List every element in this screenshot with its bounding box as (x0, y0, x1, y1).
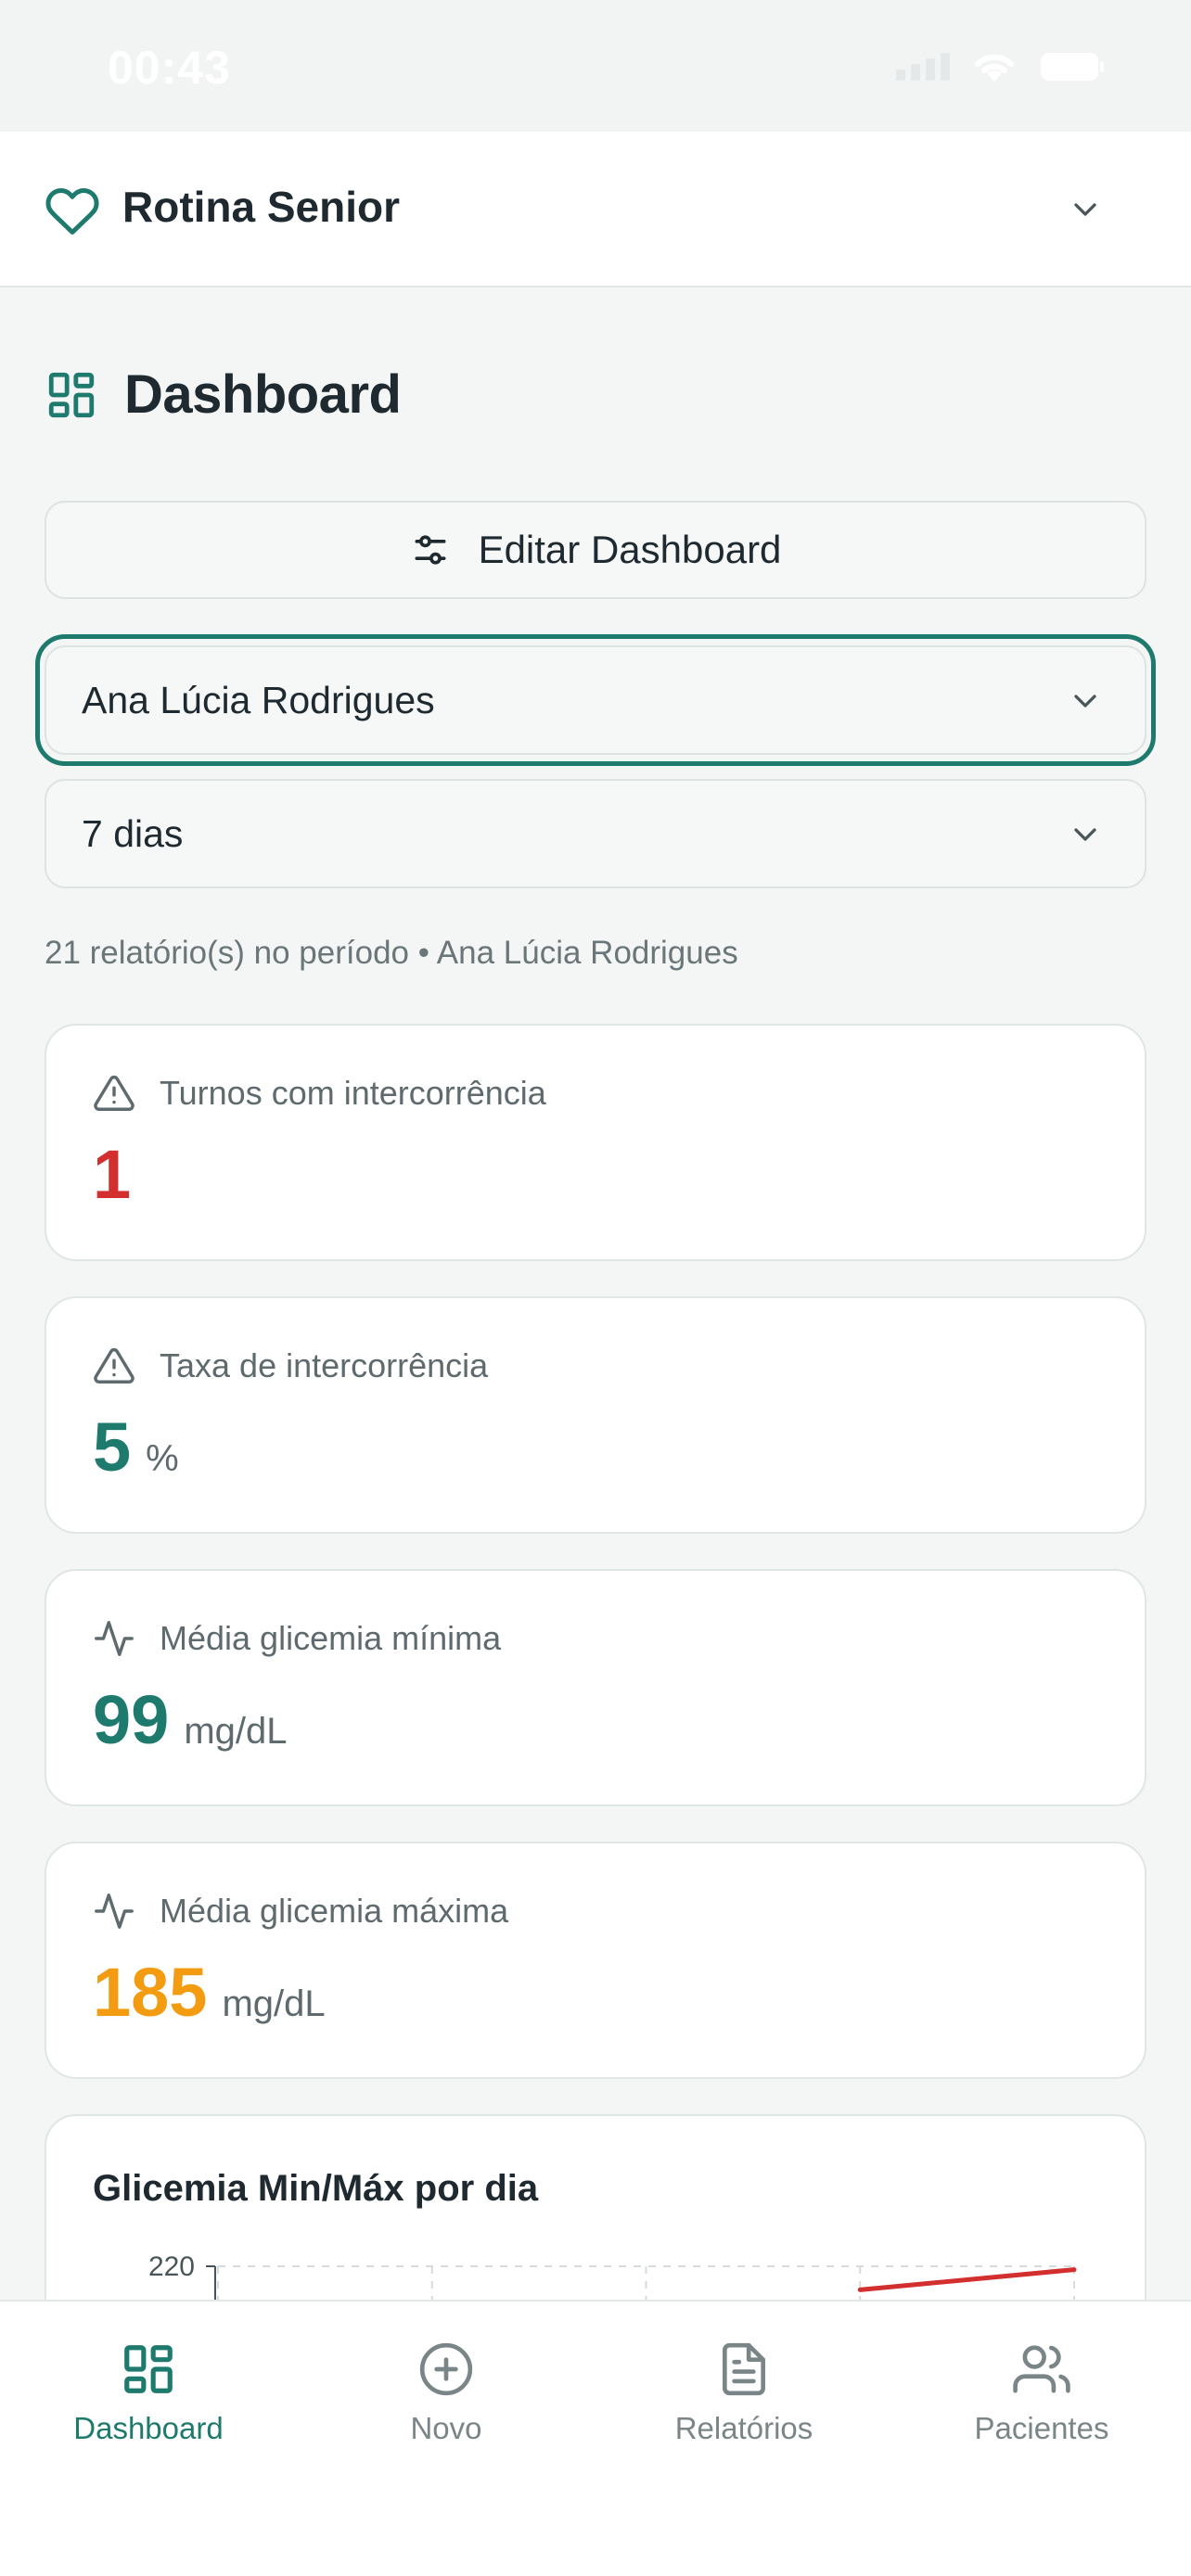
edit-dashboard-label: Editar Dashboard (478, 528, 782, 571)
chevron-down-icon (1074, 828, 1096, 841)
nav-item-dashboard[interactable]: Dashboard (9, 2340, 288, 2446)
nav-item-patients[interactable]: Pacientes (903, 2340, 1181, 2446)
metric-value-row: 5 % (93, 1408, 179, 1486)
metric-value-row: 99 mg/dL (93, 1680, 287, 1759)
nav-label: Relatórios (674, 2411, 813, 2445)
metric-card-glucose-max: Média glicemia máxima 185 mg/dL (45, 1842, 1146, 2079)
metric-card-incident-rate: Taxa de intercorrência 5 % (45, 1296, 1146, 1534)
file-text-icon (723, 2342, 765, 2396)
bottom-nav: Dashboard Novo Relatórios Pacientes (0, 2300, 1191, 2576)
page-title: Dashboard (124, 364, 402, 425)
users-icon (1013, 2345, 1070, 2393)
period-select-value: 7 dias (82, 811, 184, 855)
app-screen: 00:43 Rotina Senior Dashboard Editar Das… (0, 0, 1191, 2576)
dashboard-icon (48, 372, 95, 417)
sliders-icon (415, 535, 446, 565)
app-title: Rotina Senior (122, 183, 401, 231)
series-line (857, 2267, 1077, 2292)
chevron-down-icon (1074, 695, 1096, 708)
metric-card-incident-shifts: Turnos com intercorrência 1 (45, 1024, 1146, 1261)
alert-triangle-icon (94, 1076, 134, 1111)
app-header: Rotina Senior (0, 132, 1191, 287)
chevron-down-icon[interactable] (1067, 191, 1104, 228)
battery-icon (1041, 53, 1104, 81)
metric-unit: mg/dL (184, 1711, 288, 1752)
metric-value: 5 (93, 1409, 132, 1486)
status-icons (896, 48, 1106, 85)
metric-value: 99 (93, 1681, 170, 1758)
patient-select-value: Ana Lúcia Rodrigues (82, 678, 435, 721)
signal-icon (896, 53, 950, 81)
y-tick-label: 220 (148, 2251, 195, 2282)
nav-item-new[interactable]: Novo (307, 2340, 585, 2446)
period-select[interactable]: 7 dias (45, 779, 1146, 888)
plus-circle-icon (419, 2342, 473, 2396)
metric-value: 185 (93, 1954, 208, 2031)
status-time: 00:43 (108, 42, 231, 94)
activity-icon (95, 1894, 134, 1929)
metric-label: Média glicemia mínima (160, 1619, 502, 1657)
activity-icon (95, 1621, 134, 1656)
metric-value: 1 (93, 1136, 132, 1213)
page-title-row: Dashboard (45, 363, 402, 426)
metric-value-row: 185 mg/dL (93, 1953, 326, 2032)
metric-label: Turnos com intercorrência (160, 1074, 546, 1112)
status-bar: 00:43 (0, 0, 1191, 132)
dashboard-icon (124, 2345, 173, 2393)
metric-label: Média glicemia máxima (160, 1892, 509, 1930)
heart-icon (45, 187, 99, 235)
metric-unit: % (146, 1438, 179, 1479)
wifi-icon (975, 54, 1014, 82)
nav-label: Novo (410, 2411, 482, 2445)
metric-unit: mg/dL (222, 1983, 326, 2024)
edit-dashboard-button[interactable]: Editar Dashboard (45, 501, 1146, 599)
nav-item-reports[interactable]: Relatórios (605, 2340, 883, 2446)
metric-value-row: 1 (93, 1135, 131, 1214)
nav-label: Pacientes (974, 2411, 1109, 2445)
metric-card-glucose-min: Média glicemia mínima 99 mg/dL (45, 1569, 1146, 1806)
patient-select[interactable]: Ana Lúcia Rodrigues (45, 645, 1146, 755)
metric-label: Taxa de intercorrência (160, 1346, 489, 1384)
alert-triangle-icon (94, 1348, 134, 1384)
report-summary: 21 relatório(s) no período • Ana Lúcia R… (45, 935, 738, 971)
nav-label: Dashboard (73, 2411, 224, 2445)
